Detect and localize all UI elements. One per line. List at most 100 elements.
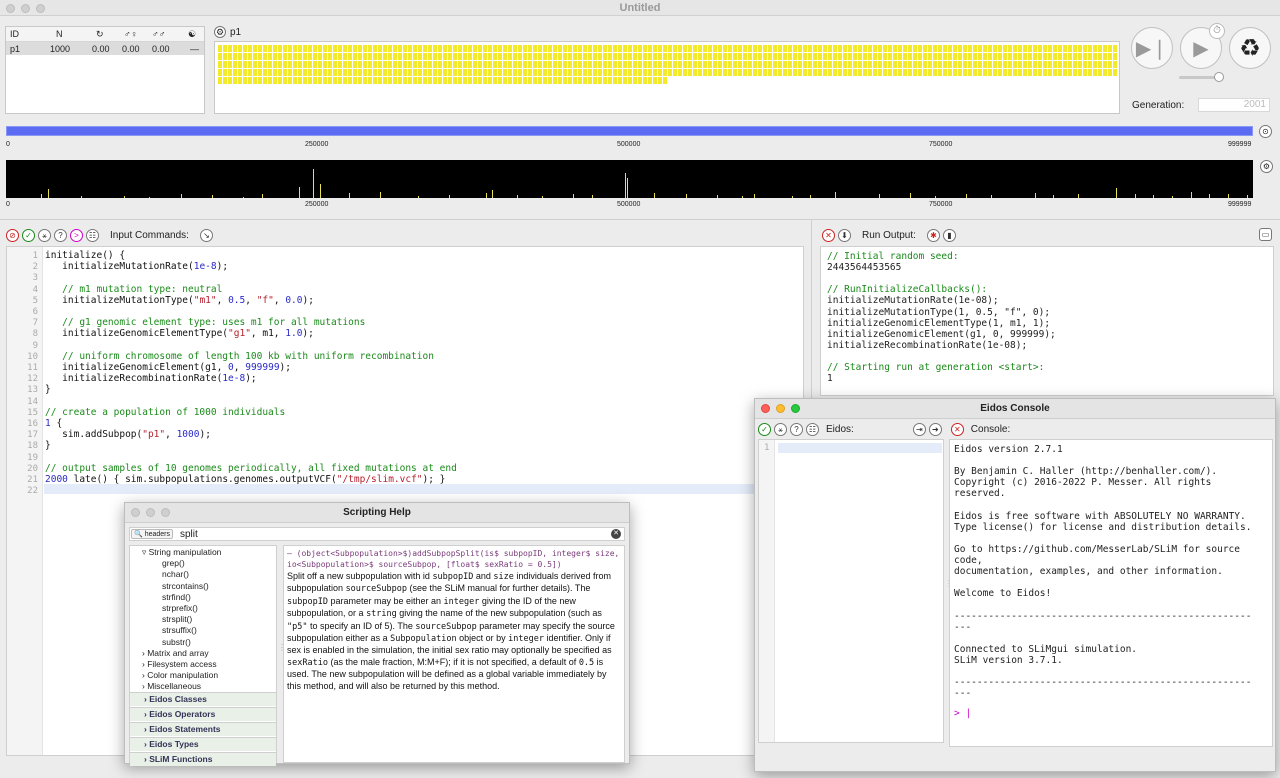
output-line: initializeGenomicElementType(1, m1, 1); <box>827 317 1051 329</box>
help-category[interactable]: › Eidos Operators <box>130 707 276 721</box>
console-icon[interactable]: > <box>70 228 83 242</box>
profile-button[interactable]: ⏱ <box>1209 23 1225 39</box>
column-selfing[interactable]: ↻ <box>96 29 104 40</box>
table-row[interactable]: p1 1000 0.00 0.00 0.00 — <box>6 42 204 55</box>
help-category[interactable]: › Eidos Types <box>130 737 276 751</box>
code-line[interactable]: initializeRecombinationRate(1e-8); <box>45 373 257 384</box>
comment-icon[interactable]: ▭ <box>1259 228 1272 241</box>
eidos-console-output[interactable]: Eidos version 2.7.1 By Benjamin C. Haller… <box>949 439 1273 747</box>
eidos-console-window[interactable]: Eidos Console ✓ ⚹ ? ☷ Eidos: ⇥ ➜ ✕ Conso… <box>754 398 1276 772</box>
code-line[interactable]: initializeGenomicElement(g1, 0, 999999); <box>45 362 291 373</box>
prohibit-icon[interactable]: ⊘ <box>6 228 19 242</box>
scripting-help-window[interactable]: Scripting Help 🔍 headers split ✕ ▿ Strin… <box>124 502 630 766</box>
line-number: 12 <box>27 374 38 385</box>
dump-icon[interactable]: ⬇ <box>838 228 851 242</box>
code-line[interactable]: initialize() { <box>45 250 125 261</box>
mutation-mark <box>40 194 42 198</box>
help-outline[interactable]: ▿ String manipulation grep() nchar() strcon… <box>129 545 277 766</box>
outline-item[interactable]: strprefix() <box>162 603 198 613</box>
outline-item[interactable]: strcontains() <box>162 581 209 591</box>
clear-output-icon[interactable]: ✕ <box>822 228 835 242</box>
code-line[interactable]: } <box>45 384 51 395</box>
outline-item[interactable]: strsplit() <box>162 614 192 624</box>
code-line[interactable]: // g1 genomic element type: uses m1 for … <box>45 317 365 328</box>
outline-group[interactable]: › Filesystem access <box>142 659 217 669</box>
graph-icon[interactable]: ▮ <box>942 228 956 242</box>
outline-group[interactable]: › Miscellaneous <box>142 681 201 691</box>
subpopulation-table[interactable]: ID N ↻ ♂♀ ♂♂ ☯ p1 1000 0.00 0.00 0.00 — <box>5 26 205 114</box>
output-line: 2443564453565 <box>827 262 902 274</box>
outline-group[interactable]: › Color manipulation <box>142 670 218 680</box>
browser-icon[interactable]: ☷ <box>86 228 99 242</box>
mutation-mark <box>624 172 626 198</box>
code-line[interactable]: // output samples of 10 genomes periodic… <box>45 463 457 474</box>
help-category[interactable]: › Eidos Classes <box>130 692 276 706</box>
check-script-icon[interactable]: ✓ <box>758 423 771 436</box>
eidos-input-editor[interactable]: 1 <box>758 439 944 743</box>
code-line[interactable]: initializeMutationRate(1e-8); <box>45 261 228 272</box>
line-number: 17 <box>27 430 38 441</box>
browser-icon[interactable]: ☷ <box>806 423 819 436</box>
code-line[interactable]: initializeGenomicElementType("g1", m1, 1… <box>45 328 314 339</box>
outline-item[interactable]: strsuffix() <box>162 625 197 635</box>
outline-group[interactable]: › Matrix and array <box>142 648 209 658</box>
step-button[interactable]: ▶❘ <box>1131 27 1173 69</box>
prettyprint-icon[interactable]: ⚹ <box>38 228 51 242</box>
help-search-field[interactable]: 🔍 headers split ✕ <box>129 527 625 541</box>
chromosome-detail-view[interactable] <box>6 160 1253 198</box>
line-number: 18 <box>27 441 38 452</box>
column-sex-ratio[interactable]: ☯ <box>188 29 196 40</box>
outline-item[interactable]: nchar() <box>162 569 189 579</box>
mutation-mark <box>211 195 213 198</box>
code-line[interactable]: 1 { <box>45 418 62 429</box>
clear-console-icon[interactable]: ✕ <box>950 423 964 436</box>
column-id[interactable]: ID <box>10 29 19 39</box>
line-number-gutter: 1 2 3 4 5 6 7 8 9 10 11 12 13 14 15 16 17 18 19 20 21 22 <box>7 247 43 755</box>
run-output-view[interactable]: // Initial random seed: 2443564453565 // R… <box>820 246 1274 396</box>
gear-icon[interactable]: ⚙ <box>1260 160 1273 173</box>
speed-slider-knob[interactable] <box>1214 72 1224 82</box>
mutation-mark <box>754 193 756 198</box>
column-female-male[interactable]: ♂♀ <box>124 29 138 39</box>
prettyprint-icon[interactable]: ⚹ <box>774 423 787 436</box>
help-icon[interactable]: ? <box>54 228 67 242</box>
jump-icon[interactable]: ↘ <box>199 228 213 242</box>
search-query[interactable]: split <box>180 529 198 540</box>
generation-field[interactable]: 2001 <box>1198 98 1270 112</box>
code-line[interactable]: sim.addSubpop("p1", 1000); <box>45 429 211 440</box>
code-line[interactable]: // create a population of 1000 individua… <box>45 407 285 418</box>
code-line[interactable]: } <box>45 440 51 451</box>
outline-item[interactable]: grep() <box>162 558 185 568</box>
tick-label: 999999 <box>1228 141 1252 148</box>
chromosome-options-icon[interactable]: ⊙ <box>1259 125 1272 138</box>
column-n[interactable]: N <box>56 29 63 39</box>
execute-all-icon[interactable]: ➜ <box>928 423 942 436</box>
mutation-mark <box>654 192 656 198</box>
search-scope-button[interactable]: 🔍 headers <box>131 529 174 539</box>
line-number: 20 <box>27 463 38 474</box>
debug-icon[interactable]: ✱ <box>926 228 940 242</box>
help-category[interactable]: › SLiM Functions <box>130 752 276 766</box>
code-line[interactable]: 2000 late() { sim.subpopulations.genomes… <box>45 474 445 485</box>
code-line[interactable]: initializeMutationType("m1", 0.5, "f", 0… <box>45 295 314 306</box>
execute-selection-icon[interactable]: ⇥ <box>912 423 926 436</box>
recycle-button[interactable]: ♻ <box>1229 27 1271 69</box>
check-script-icon[interactable]: ✓ <box>22 228 35 242</box>
outline-item[interactable]: substr() <box>162 637 191 647</box>
clear-search-icon[interactable]: ✕ <box>611 529 621 539</box>
outline-item[interactable]: strfind() <box>162 592 191 602</box>
mutation-mark <box>810 194 812 198</box>
column-male-male[interactable]: ♂♂ <box>152 29 166 39</box>
outline-group[interactable]: ▿ String manipulation <box>142 547 221 558</box>
population-view[interactable] <box>214 41 1120 114</box>
code-line[interactable]: // m1 mutation type: neutral <box>45 284 222 295</box>
help-icon[interactable]: ? <box>790 423 803 436</box>
help-text-view[interactable]: – (object<Subpopulation>$)addSubpopSplit… <box>283 545 625 763</box>
mutation-mark <box>573 193 575 198</box>
code-line[interactable]: // uniform chromosome of length 100 kb w… <box>45 351 434 362</box>
cell-n: 1000 <box>50 44 71 54</box>
chromosome-overview[interactable] <box>6 126 1253 136</box>
gear-icon[interactable]: ⚙ <box>214 26 226 38</box>
help-category[interactable]: › Eidos Statements <box>130 722 276 736</box>
console-prompt[interactable]: > | <box>954 708 971 719</box>
